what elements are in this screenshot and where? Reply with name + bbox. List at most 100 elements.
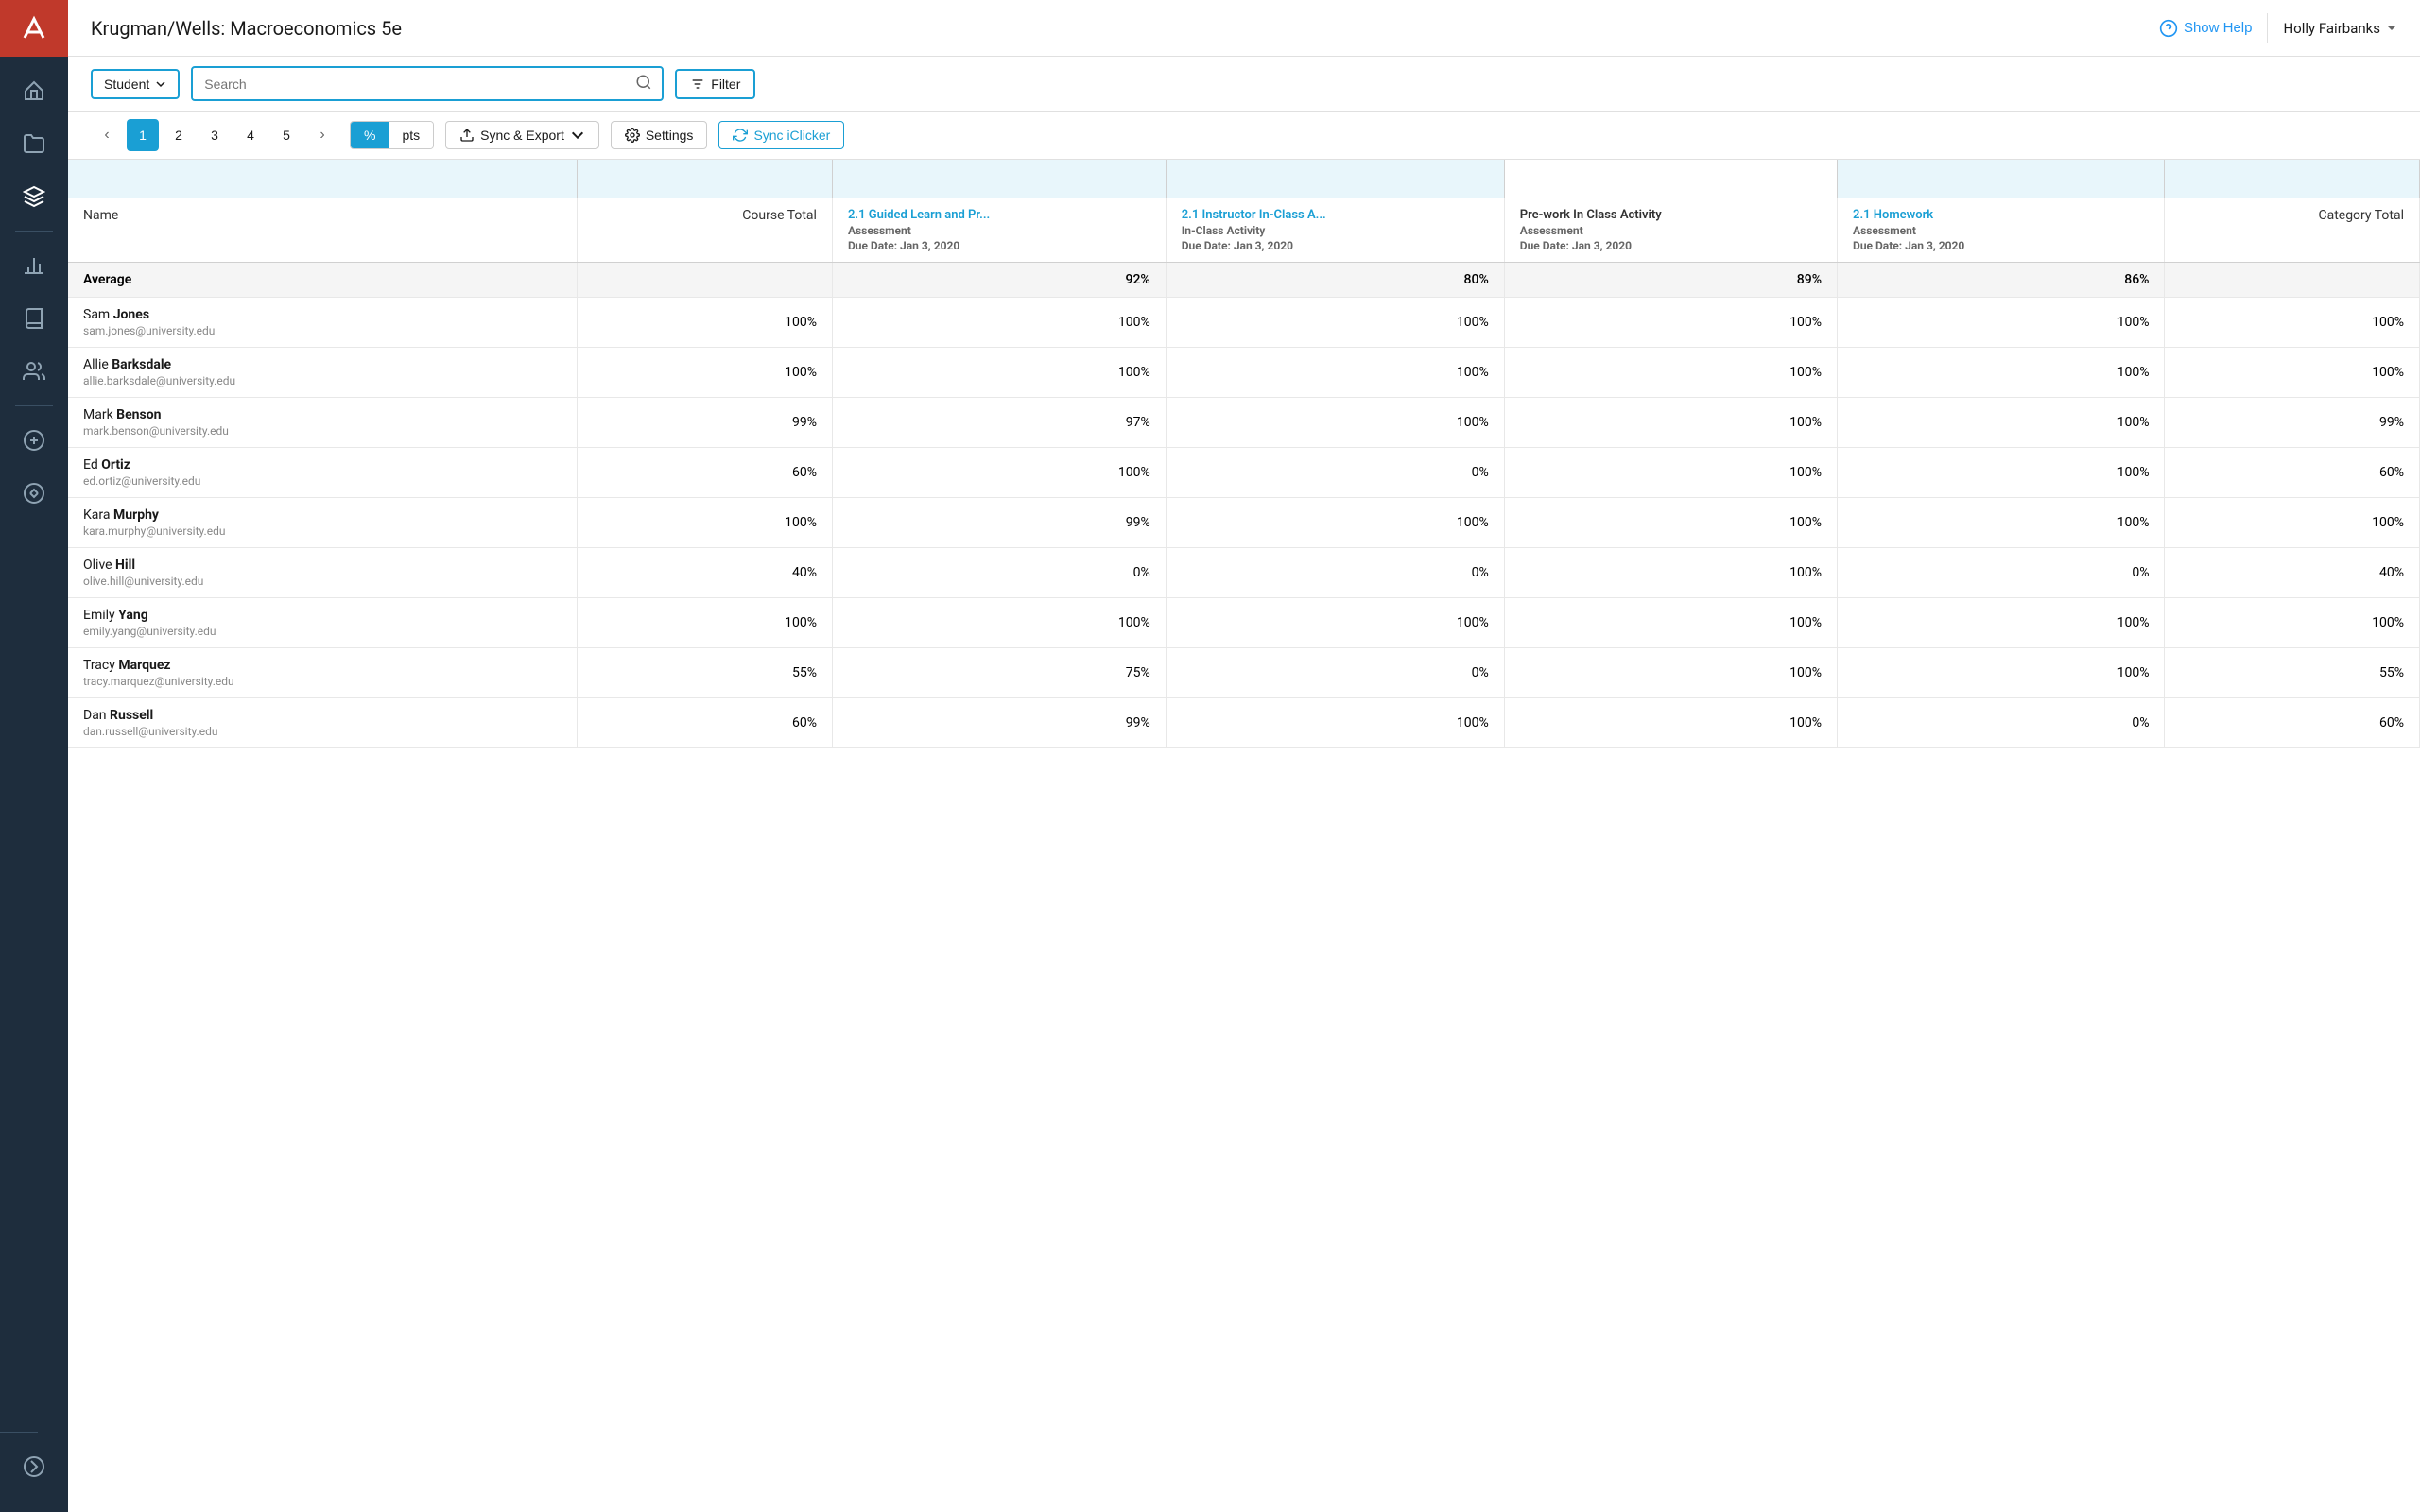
student-category-total: 100% <box>2165 347 2420 397</box>
search-input[interactable] <box>193 70 626 98</box>
sidebar-divider-3 <box>0 1432 38 1433</box>
student-score-0: 0% <box>832 547 1166 597</box>
student-score-2: 100% <box>1504 647 1837 697</box>
student-score-1: 100% <box>1166 597 1504 647</box>
page-next-button[interactable]: › <box>306 119 338 151</box>
student-score-2: 100% <box>1504 297 1837 347</box>
page-2-button[interactable]: 2 <box>163 119 195 151</box>
sidebar <box>0 0 68 1512</box>
table-row[interactable]: Kara Murphy kara.murphy@university.edu 1… <box>68 497 2420 547</box>
col-category-total-header: Category Total <box>2165 198 2420 262</box>
sidebar-item-expand[interactable] <box>0 1440 68 1493</box>
col-1-title: 2.1 Instructor In-Class A... <box>1182 208 1489 222</box>
sidebar-item-transfer[interactable] <box>0 467 68 520</box>
col-2-subtitle: Assessment <box>1520 224 1822 237</box>
col-0-title: 2.1 Guided Learn and Pr... <box>848 208 1150 222</box>
student-score-3: 100% <box>1838 597 2165 647</box>
highlight-category-header <box>2165 160 2420 198</box>
filter-button[interactable]: Filter <box>675 69 755 99</box>
sidebar-divider-2 <box>15 405 53 406</box>
page-5-button[interactable]: 5 <box>270 119 302 151</box>
table-row[interactable]: Ed Ortiz ed.ortiz@university.edu 60% 100… <box>68 447 2420 497</box>
student-score-1: 0% <box>1166 647 1504 697</box>
student-score-1: 0% <box>1166 447 1504 497</box>
sync-export-button[interactable]: Sync & Export <box>445 121 599 149</box>
col-0-subtitle: Assessment <box>848 224 1150 237</box>
student-score-1: 100% <box>1166 297 1504 347</box>
student-score-2: 100% <box>1504 447 1837 497</box>
student-score-1: 100% <box>1166 397 1504 447</box>
col-1-due: Due Date: Jan 3, 2020 <box>1182 239 1489 252</box>
student-score-2: 100% <box>1504 497 1837 547</box>
student-course-total: 100% <box>578 347 832 397</box>
sidebar-item-folder[interactable] <box>0 117 68 170</box>
student-category-total: 100% <box>2165 497 2420 547</box>
table-row[interactable]: Sam Jones sam.jones@university.edu 100% … <box>68 297 2420 347</box>
grade-table: Name Course Total 2.1 Guided Learn and P… <box>68 160 2420 748</box>
student-score-3: 100% <box>1838 297 2165 347</box>
col-header-1: 2.1 Instructor In-Class A... In-Class Ac… <box>1166 198 1504 262</box>
student-score-0: 100% <box>832 597 1166 647</box>
header-divider <box>2267 13 2268 43</box>
page-prev-button[interactable]: ‹ <box>91 119 123 151</box>
student-course-total: 100% <box>578 497 832 547</box>
sidebar-item-add[interactable] <box>0 414 68 467</box>
sidebar-item-layers[interactable] <box>0 170 68 223</box>
table-row[interactable]: Dan Russell dan.russell@university.edu 6… <box>68 697 2420 747</box>
col-3-subtitle: Assessment <box>1853 224 2149 237</box>
app-logo[interactable] <box>0 0 68 57</box>
student-name-cell: Tracy Marquez tracy.marquez@university.e… <box>68 647 578 697</box>
table-row[interactable]: Allie Barksdale allie.barksdale@universi… <box>68 347 2420 397</box>
search-button[interactable] <box>626 68 662 99</box>
col-3-title: 2.1 Homework <box>1853 208 2149 222</box>
student-name-cell: Emily Yang emily.yang@university.edu <box>68 597 578 647</box>
pts-toggle-button[interactable]: pts <box>389 122 433 148</box>
student-score-1: 0% <box>1166 547 1504 597</box>
student-course-total: 100% <box>578 297 832 347</box>
col-2-due: Due Date: Jan 3, 2020 <box>1520 239 1822 252</box>
help-icon <box>2159 19 2178 38</box>
col-header-2: Pre-work In Class Activity Assessment Du… <box>1504 198 1837 262</box>
percent-toggle-button[interactable]: % <box>351 122 389 148</box>
student-score-1: 100% <box>1166 697 1504 747</box>
student-course-total: 40% <box>578 547 832 597</box>
page-4-button[interactable]: 4 <box>234 119 267 151</box>
student-score-3: 100% <box>1838 397 2165 447</box>
student-name-cell: Allie Barksdale allie.barksdale@universi… <box>68 347 578 397</box>
student-score-3: 0% <box>1838 547 2165 597</box>
table-row[interactable]: Emily Yang emily.yang@university.edu 100… <box>68 597 2420 647</box>
show-help-button[interactable]: Show Help <box>2159 19 2253 38</box>
student-course-total: 60% <box>578 697 832 747</box>
sidebar-item-home[interactable] <box>0 64 68 117</box>
grade-table-wrapper[interactable]: Name Course Total 2.1 Guided Learn and P… <box>68 160 2420 1512</box>
settings-icon <box>625 128 640 143</box>
settings-button[interactable]: Settings <box>611 121 708 149</box>
sidebar-bottom <box>0 1424 68 1512</box>
student-dropdown[interactable]: Student <box>91 69 180 99</box>
sync-iclicker-button[interactable]: Sync iClicker <box>718 121 844 149</box>
table-row[interactable]: Tracy Marquez tracy.marquez@university.e… <box>68 647 2420 697</box>
table-row[interactable]: Mark Benson mark.benson@university.edu 9… <box>68 397 2420 447</box>
sync-icon <box>733 128 748 143</box>
table-row[interactable]: Olive Hill olive.hill@university.edu 40%… <box>68 547 2420 597</box>
sidebar-nav <box>0 57 68 1424</box>
highlight-total-header <box>578 160 832 198</box>
sidebar-item-users[interactable] <box>0 345 68 398</box>
student-score-2: 100% <box>1504 697 1837 747</box>
student-score-2: 100% <box>1504 597 1837 647</box>
page-1-button[interactable]: 1 <box>127 119 159 151</box>
dropdown-chevron-icon <box>155 78 166 90</box>
user-menu[interactable]: Holly Fairbanks <box>2283 20 2397 37</box>
page-title: Krugman/Wells: Macroeconomics 5e <box>91 17 402 40</box>
page-3-button[interactable]: 3 <box>199 119 231 151</box>
student-course-total: 60% <box>578 447 832 497</box>
student-category-total: 40% <box>2165 547 2420 597</box>
sidebar-item-notebook[interactable] <box>0 292 68 345</box>
col-2-title: Pre-work In Class Activity <box>1520 208 1822 222</box>
student-score-3: 0% <box>1838 697 2165 747</box>
search-icon <box>635 74 652 91</box>
search-container <box>191 66 664 101</box>
col-0-due: Due Date: Jan 3, 2020 <box>848 239 1150 252</box>
col-name-header: Name <box>68 198 578 262</box>
sidebar-item-chart[interactable] <box>0 239 68 292</box>
